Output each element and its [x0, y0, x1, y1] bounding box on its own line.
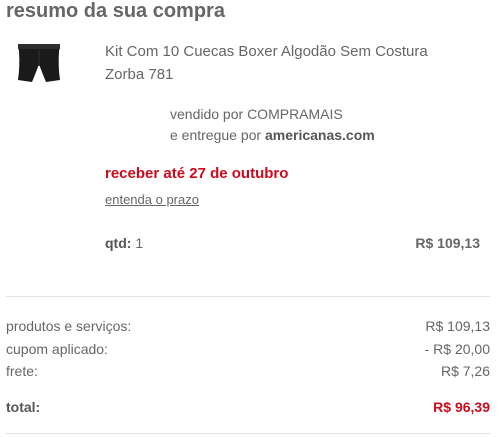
- quantity-label: qtd:: [105, 235, 132, 251]
- products-row: produtos e serviços: R$ 109,13: [6, 318, 490, 334]
- quantity: qtd: 1: [105, 235, 143, 251]
- shipping-label: frete:: [6, 363, 38, 379]
- boxer-briefs-icon: [18, 44, 60, 82]
- products-label: produtos e serviços:: [6, 318, 132, 334]
- coupon-value: - R$ 20,00: [424, 341, 490, 357]
- total-row: total: R$ 96,39: [6, 399, 490, 415]
- quantity-value: 1: [135, 235, 144, 251]
- seller-info: vendido por COMPRAMAIS e entregue por am…: [170, 104, 375, 146]
- delivery-estimate: receber até 27 de outubro: [105, 165, 289, 182]
- seller-name: COMPRAMAIS: [247, 106, 343, 122]
- coupon-row: cupom aplicado: - R$ 20,00: [6, 341, 490, 357]
- total-label: total:: [6, 399, 41, 415]
- product-thumbnail[interactable]: [10, 36, 68, 94]
- page-title: resumo da sua compra: [6, 0, 225, 22]
- coupon-label: cupom aplicado:: [6, 341, 108, 357]
- product-name[interactable]: Kit Com 10 Cuecas Boxer Algodão Sem Cost…: [105, 40, 465, 86]
- shipping-value: R$ 7,26: [440, 363, 490, 379]
- sold-by-prefix: vendido por: [170, 106, 248, 122]
- delivered-by-line: e entregue por americanas.com: [170, 125, 375, 146]
- products-value: R$ 109,13: [425, 318, 490, 334]
- item-price: R$ 109,13: [415, 235, 480, 251]
- shipping-row: frete: R$ 7,26: [6, 363, 490, 379]
- divider: [6, 433, 490, 434]
- total-value: R$ 96,39: [433, 399, 490, 415]
- deliverer-name: americanas.com: [264, 127, 375, 143]
- divider: [6, 296, 490, 297]
- delivered-by-prefix: e entregue por: [170, 127, 265, 143]
- delivery-info-link[interactable]: entenda o prazo: [105, 192, 199, 207]
- sold-by-line: vendido por COMPRAMAIS: [170, 104, 375, 125]
